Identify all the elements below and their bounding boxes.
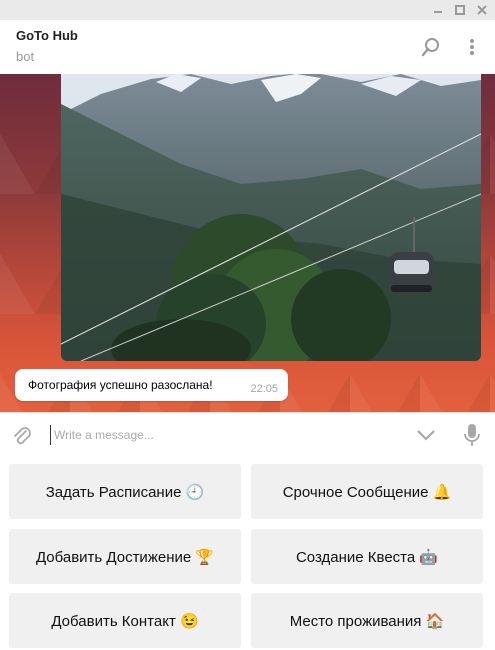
chat-header: GoTo Hub bot [0, 20, 495, 74]
more-vertical-icon[interactable] [461, 36, 483, 58]
message-text: Фотография успешно разослана! [28, 378, 213, 392]
keyboard-button-add-achievement[interactable]: Добавить Достижение 🏆 [9, 529, 241, 584]
keyboard-button-create-quest[interactable]: Создание Квеста 🤖 [251, 529, 483, 584]
keyboard-button-add-contact[interactable]: Добавить Контакт 😉 [9, 593, 241, 648]
message-composer [0, 412, 495, 458]
search-icon[interactable] [420, 36, 442, 58]
bot-keyboard: Задать Расписание 🕘 Срочное Сообщение 🔔 … [0, 457, 495, 650]
chat-status: bot [16, 49, 35, 64]
message-input[interactable] [50, 425, 394, 445]
maximize-icon[interactable] [452, 2, 468, 18]
keyboard-button-residence[interactable]: Место проживания 🏠 [251, 593, 483, 648]
keyboard-toggle-icon[interactable] [416, 427, 436, 447]
chat-title[interactable]: GoTo Hub [16, 28, 78, 43]
attach-icon[interactable] [11, 425, 33, 451]
photo-message[interactable] [61, 74, 481, 361]
message-time: 22:05 [250, 383, 278, 395]
keyboard-button-schedule[interactable]: Задать Расписание 🕘 [9, 464, 241, 519]
window-titlebar [0, 0, 495, 21]
close-icon[interactable] [474, 2, 490, 18]
message-bubble[interactable]: Фотография успешно разослана! 22:05 [15, 369, 288, 401]
keyboard-button-urgent-message[interactable]: Срочное Сообщение 🔔 [251, 464, 483, 519]
microphone-icon[interactable] [463, 423, 481, 451]
minimize-icon[interactable] [430, 2, 446, 18]
chat-history[interactable]: Фотография успешно разослана! 22:05 [0, 74, 495, 412]
